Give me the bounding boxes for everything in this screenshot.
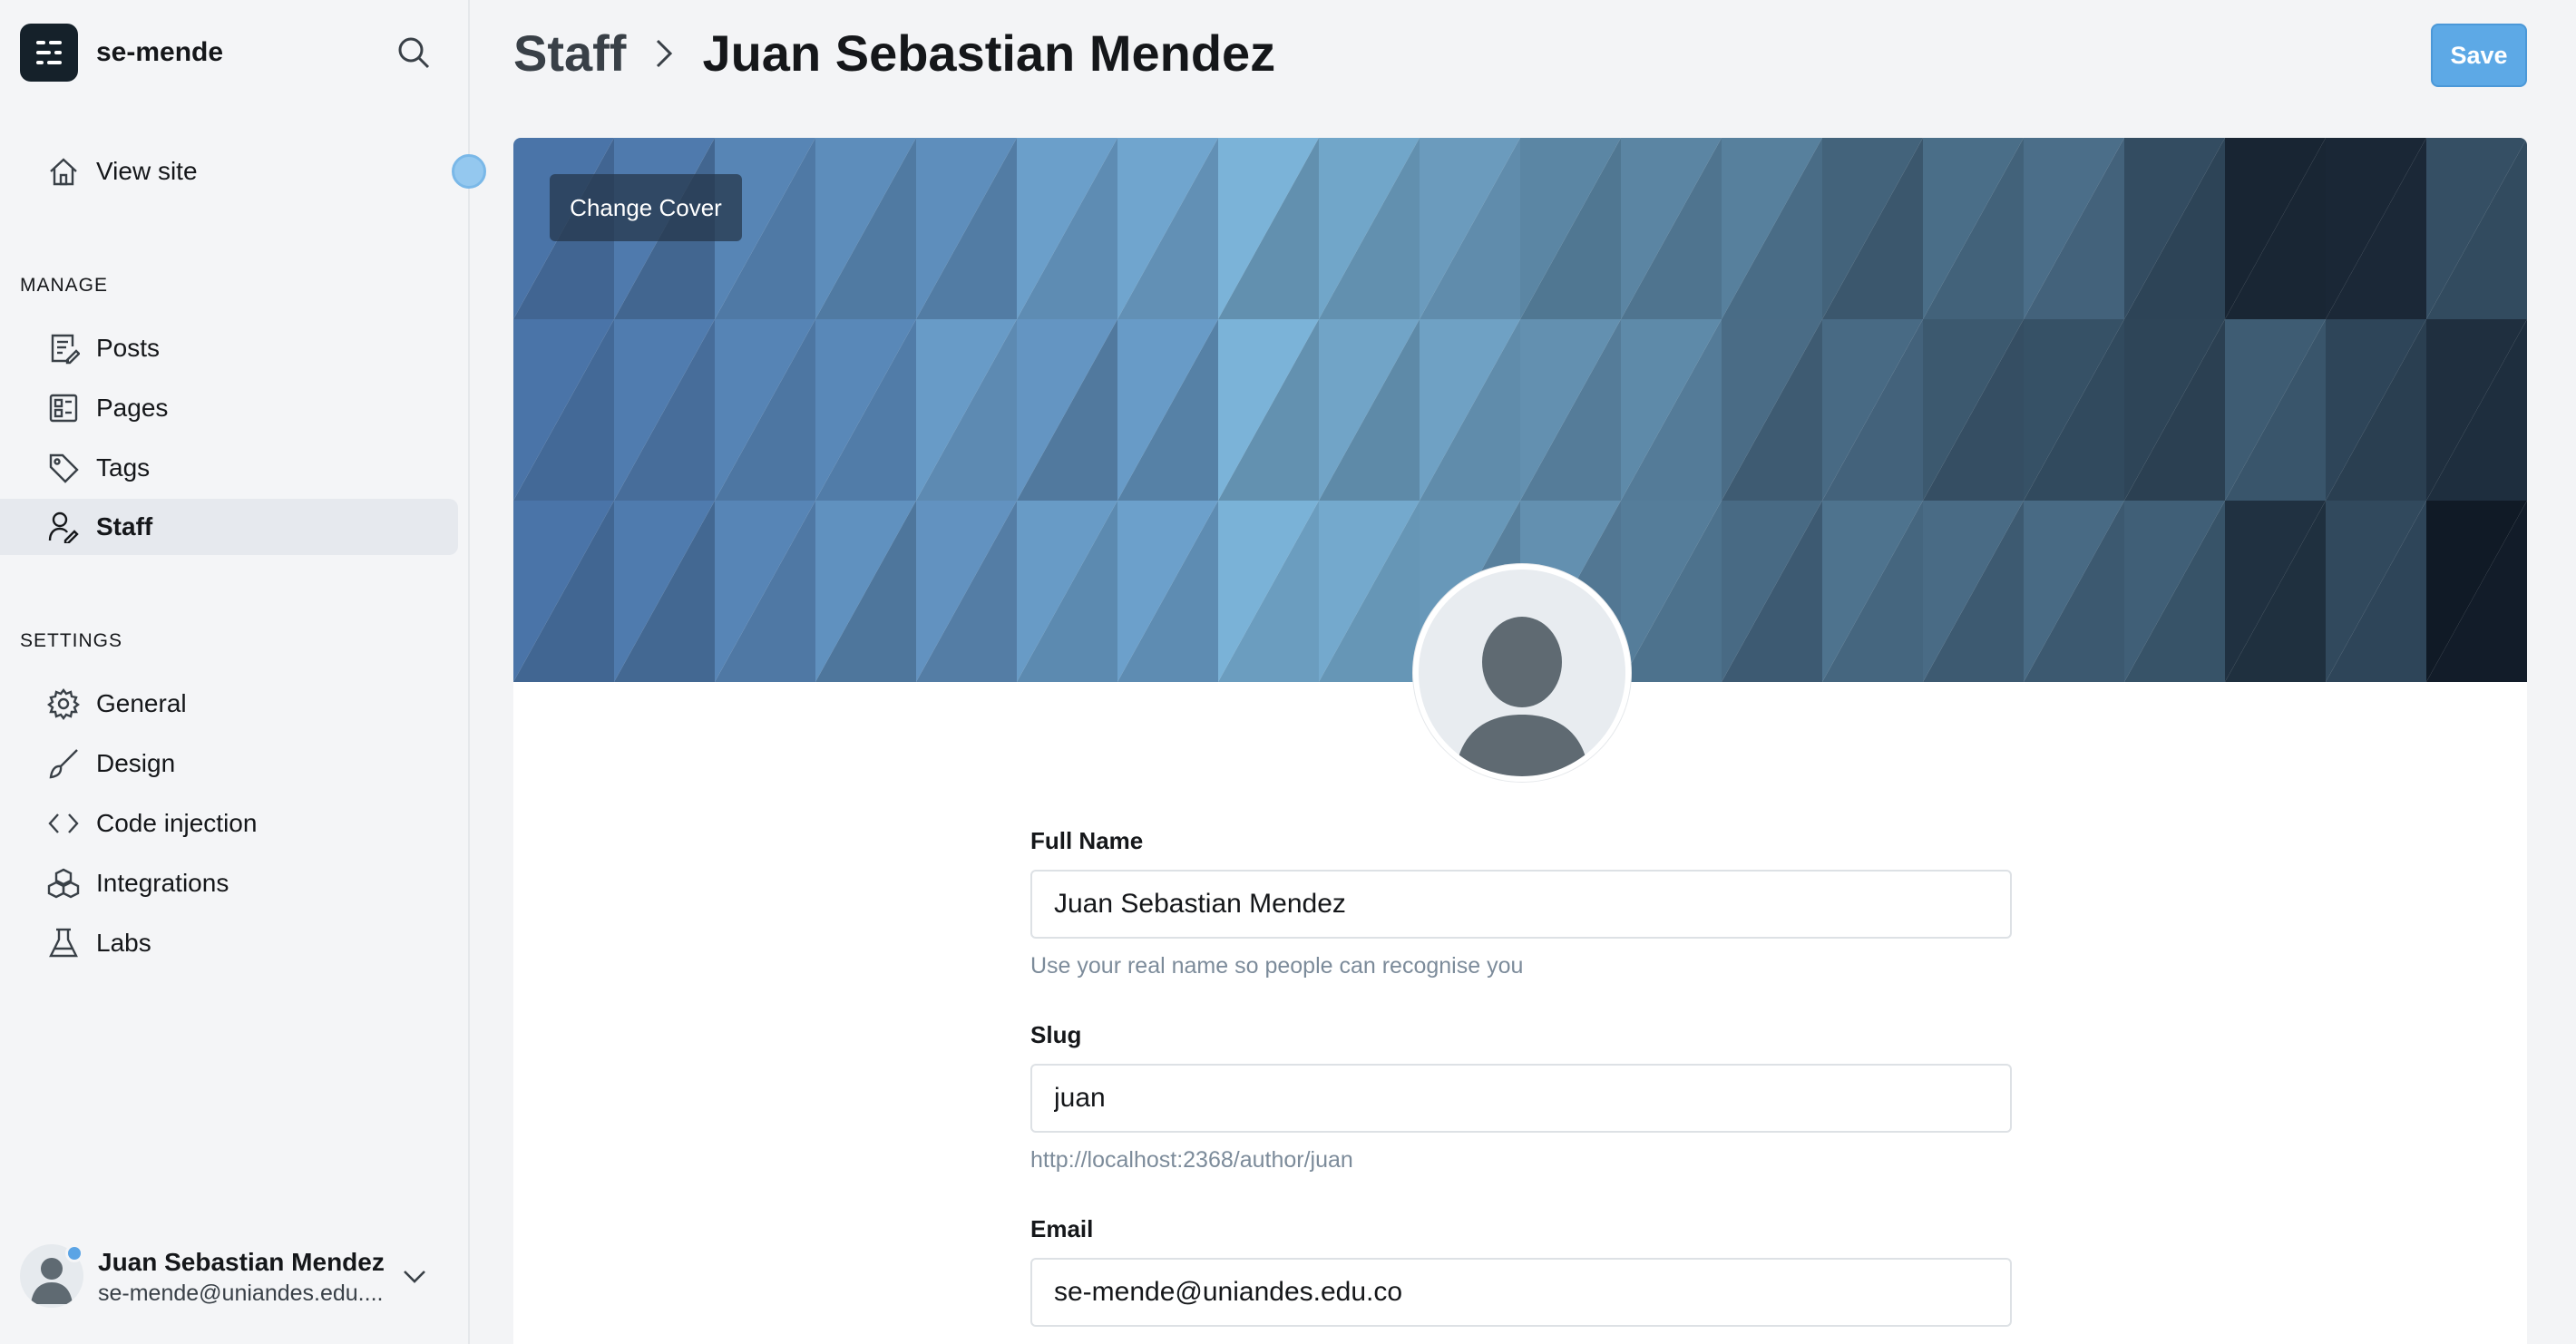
- posts-icon: [51, 334, 80, 365]
- sidebar-item-label: Posts: [96, 334, 161, 362]
- sidebar-item-label: View site: [96, 157, 198, 185]
- full-name-label: Full Name: [1030, 827, 1144, 854]
- code-icon: [48, 813, 79, 833]
- change-cover-button[interactable]: Change Cover: [550, 174, 742, 241]
- slug-label: Slug: [1030, 1021, 1082, 1048]
- profile-avatar[interactable]: [1413, 564, 1631, 782]
- sidebar-item-label: General: [96, 689, 187, 717]
- sidebar-item-general[interactable]: General: [0, 676, 458, 732]
- profile-card: Change Cover Full Name Use your real nam…: [513, 138, 2527, 1344]
- sidebar-item-design[interactable]: Design: [0, 735, 458, 792]
- settings-section-label: SETTINGS: [20, 630, 123, 651]
- sidebar-item-label: Labs: [96, 929, 151, 957]
- status-dot: [65, 1244, 83, 1262]
- staff-icon: [48, 511, 79, 543]
- sidebar-item-label: Pages: [96, 394, 169, 422]
- user-name: Juan Sebastian Mendez: [98, 1248, 385, 1276]
- brand[interactable]: se-mende: [20, 24, 223, 82]
- sidebar-item-label: Design: [96, 749, 176, 777]
- pages-icon: [49, 394, 78, 423]
- sidebar-item-label: Integrations: [96, 869, 229, 897]
- user-email: se-mende@uniandes.edu....: [98, 1281, 384, 1306]
- chevron-right-icon: [657, 39, 673, 67]
- chevron-down-icon: [404, 1271, 425, 1283]
- email-label: Email: [1030, 1215, 1094, 1242]
- sidebar-item-staff[interactable]: Staff: [0, 499, 458, 555]
- email-input[interactable]: [1030, 1258, 2012, 1327]
- site-logo-icon: [20, 24, 78, 82]
- manage-section-label: MANAGE: [20, 275, 109, 296]
- sidebar-item-pages[interactable]: Pages: [0, 380, 458, 436]
- slug-field-group: Slug http://localhost:2368/author/juan: [1030, 1021, 2012, 1174]
- sidebar-item-posts[interactable]: Posts: [0, 320, 458, 376]
- full-name-field-group: Full Name Use your real name so people c…: [1030, 827, 2012, 979]
- sidebar-item-labs[interactable]: Labs: [0, 915, 458, 971]
- flask-icon: [49, 928, 78, 958]
- integrations-icon: [47, 868, 80, 899]
- site-name: se-mende: [96, 37, 224, 67]
- gear-icon: [47, 688, 80, 720]
- sidebar-item-tags[interactable]: Tags: [0, 440, 458, 496]
- breadcrumb: Staff Juan Sebastian Mendez: [513, 24, 1275, 83]
- full-name-input[interactable]: [1030, 870, 2012, 939]
- slug-url-hint: http://localhost:2368/author/juan: [1030, 1147, 1353, 1173]
- brush-icon: [49, 749, 78, 779]
- user-menu[interactable]: Juan Sebastian Mendez se-mende@uniandes.…: [20, 1241, 437, 1313]
- sidebar: se-mende View site MANAGE Posts Pages Ta…: [0, 0, 486, 1344]
- home-icon: [50, 158, 77, 186]
- tag-icon: [49, 453, 79, 483]
- sidebar-item-label: Tags: [96, 453, 151, 482]
- page-title: Juan Sebastian Mendez: [702, 24, 1276, 82]
- save-button[interactable]: Save: [2431, 24, 2527, 87]
- breadcrumb-staff-link[interactable]: Staff: [513, 24, 626, 83]
- slug-input[interactable]: [1030, 1064, 2012, 1133]
- full-name-hint: Use your real name so people can recogni…: [1030, 953, 1524, 979]
- sidebar-item-label: Staff: [96, 512, 153, 541]
- sidebar-item-code-injection[interactable]: Code injection: [0, 795, 458, 852]
- sidebar-item-integrations[interactable]: Integrations: [0, 855, 458, 911]
- email-field-group: Email: [1030, 1215, 2012, 1327]
- sidebar-item-view-site[interactable]: View site: [0, 143, 458, 200]
- sidebar-item-label: Code injection: [96, 809, 258, 837]
- notification-dot[interactable]: [452, 154, 486, 189]
- profile-form: Full Name Use your real name so people c…: [1030, 827, 2012, 1344]
- user-silhouette-icon: [1455, 617, 1589, 776]
- search-icon[interactable]: [395, 34, 432, 71]
